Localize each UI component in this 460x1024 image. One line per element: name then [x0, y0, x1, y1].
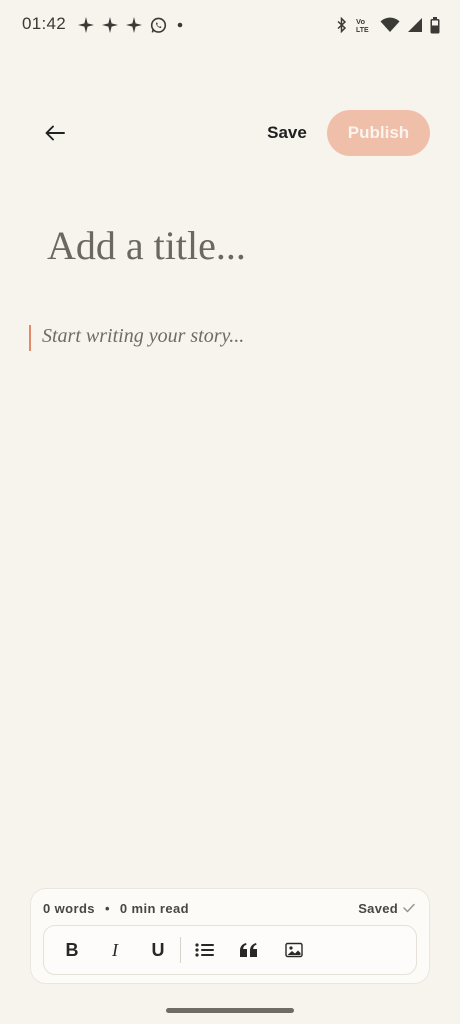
bullet-list-button[interactable] [185, 926, 225, 974]
stats-row: 0 words • 0 min read [43, 899, 189, 917]
image-icon [285, 942, 303, 958]
sparkle-icon [126, 17, 142, 33]
home-indicator[interactable] [166, 1008, 294, 1013]
underline-button[interactable]: U [138, 926, 178, 974]
sparkle-icon [102, 17, 118, 33]
italic-button[interactable]: I [95, 926, 135, 974]
battery-icon [430, 16, 440, 33]
status-right-icons: Vo LTE [336, 14, 440, 36]
volte-label-top: Vo [356, 17, 365, 26]
text-cursor [29, 325, 31, 351]
arrow-left-icon [45, 125, 65, 141]
publish-button[interactable]: Publish [327, 110, 430, 156]
quote-icon [240, 943, 257, 957]
dot-icon [177, 22, 183, 28]
volte-icon: Vo LTE [356, 17, 369, 34]
status-left-icons [78, 14, 185, 36]
status-bar: 01:42 Vo LTE [0, 0, 460, 50]
title-input[interactable]: Add a title... [47, 222, 427, 278]
saved-status: Saved [358, 899, 415, 917]
sparkle-icon [78, 17, 94, 33]
format-bar: B I U [43, 925, 417, 975]
bold-button[interactable]: B [52, 926, 92, 974]
volte-label-bottom: LTE [356, 27, 369, 34]
wifi-icon [380, 17, 400, 32]
bluetooth-icon [337, 17, 347, 33]
editor-footer: 0 words • 0 min read Saved B I U [30, 888, 430, 984]
insert-image-button[interactable] [274, 926, 314, 974]
saved-label: Saved [358, 900, 398, 916]
story-body-input[interactable]: Start writing your story... [42, 325, 422, 353]
word-count: 0 words [43, 900, 95, 916]
bullet-list-icon [195, 943, 214, 957]
status-time: 01:42 [22, 14, 67, 33]
quote-button[interactable] [229, 926, 269, 974]
whatsapp-icon [150, 17, 167, 33]
format-divider [180, 937, 181, 963]
back-button[interactable] [38, 116, 72, 150]
save-button[interactable]: Save [258, 118, 316, 148]
signal-icon [408, 18, 422, 32]
check-icon [403, 903, 415, 913]
read-time: 0 min read [119, 900, 189, 916]
stats-separator: • [104, 900, 110, 916]
